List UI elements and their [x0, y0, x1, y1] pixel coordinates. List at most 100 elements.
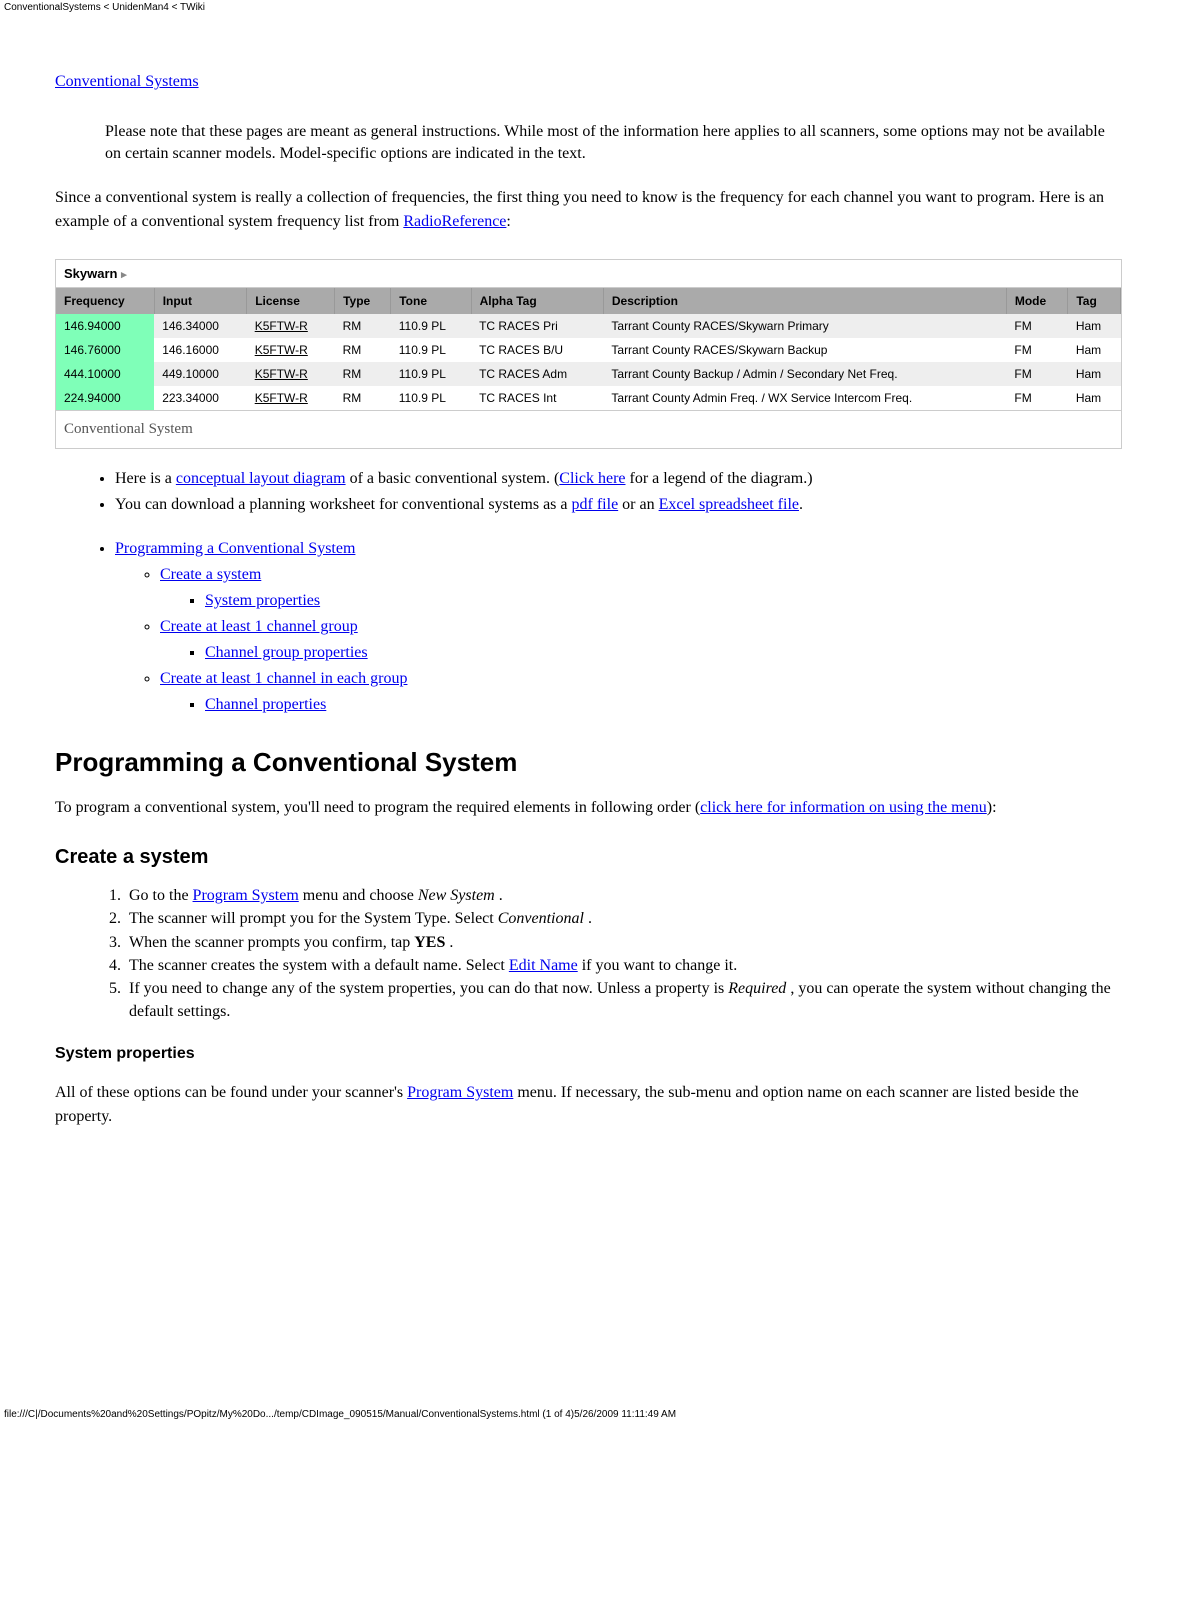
- cell-tag: Ham: [1068, 338, 1121, 362]
- cell-type: RM: [335, 386, 391, 410]
- skywarn-header: Skywarn ▸: [56, 260, 1121, 288]
- text: of a basic conventional system. (: [346, 470, 560, 487]
- text-emphasis: New System: [418, 887, 495, 904]
- toc-item: Create at least 1 channel group Channel …: [160, 615, 1122, 665]
- conceptual-layout-link[interactable]: conceptual layout diagram: [176, 470, 346, 487]
- toc-channel-group-props-link[interactable]: Channel group properties: [205, 644, 368, 661]
- cell-alphatag: TC RACES Pri: [471, 314, 603, 338]
- text: All of these options can be found under …: [55, 1084, 407, 1101]
- system-props-para: All of these options can be found under …: [55, 1081, 1122, 1129]
- cell-mode: FM: [1006, 314, 1067, 338]
- cell-desc: Tarrant County Backup / Admin / Secondar…: [603, 362, 1006, 386]
- cell-type: RM: [335, 338, 391, 362]
- cell-tag: Ham: [1068, 362, 1121, 386]
- th-type: Type: [335, 288, 391, 314]
- cell-license[interactable]: K5FTW-R: [247, 314, 335, 338]
- intro-text-post: :: [506, 213, 510, 230]
- th-mode: Mode: [1006, 288, 1067, 314]
- text-emphasis: Required: [728, 980, 786, 997]
- table-caption: Conventional System: [56, 410, 1121, 448]
- th-frequency: Frequency: [56, 288, 154, 314]
- browser-footer: file:///C|/Documents%20and%20Settings/PO…: [0, 1407, 1177, 1422]
- table-row: 146.94000 146.34000 K5FTW-R RM 110.9 PL …: [56, 314, 1121, 338]
- cell-freq: 146.94000: [56, 314, 154, 338]
- pdf-file-link[interactable]: pdf file: [572, 496, 619, 513]
- main-content: Conventional Systems Please note that th…: [0, 15, 1177, 1167]
- cell-mode: FM: [1006, 362, 1067, 386]
- cell-mode: FM: [1006, 386, 1067, 410]
- radioreference-link[interactable]: RadioReference: [403, 213, 506, 230]
- browser-header: ConventionalSystems < UnidenMan4 < TWiki: [0, 0, 1177, 15]
- cell-desc: Tarrant County RACES/Skywarn Primary: [603, 314, 1006, 338]
- cell-type: RM: [335, 314, 391, 338]
- cell-tag: Ham: [1068, 314, 1121, 338]
- frequency-table-container: Skywarn ▸ Frequency Input License Type T…: [55, 259, 1122, 449]
- text: To program a conventional system, you'll…: [55, 799, 700, 816]
- text: or an: [618, 496, 658, 513]
- text: .: [799, 496, 803, 513]
- step-item: When the scanner prompts you confirm, ta…: [125, 932, 1122, 954]
- step-item: The scanner creates the system with a de…: [125, 955, 1122, 977]
- skywarn-label: Skywarn: [64, 266, 117, 281]
- toc-create-system-link[interactable]: Create a system: [160, 566, 261, 583]
- list-item: You can download a planning worksheet fo…: [115, 493, 1122, 517]
- table-row: 146.76000 146.16000 K5FTW-R RM 110.9 PL …: [56, 338, 1121, 362]
- expand-arrow-icon: ▸: [121, 269, 127, 281]
- th-input: Input: [154, 288, 247, 314]
- h2-create-system: Create a system: [55, 846, 1122, 869]
- menu-info-link[interactable]: click here for information on using the …: [700, 799, 987, 816]
- step-item: Go to the Program System menu and choose…: [125, 885, 1122, 907]
- cell-type: RM: [335, 362, 391, 386]
- th-tag: Tag: [1068, 288, 1121, 314]
- cell-alphatag: TC RACES B/U: [471, 338, 603, 362]
- toc-channel-group-link[interactable]: Create at least 1 channel group: [160, 618, 358, 635]
- toc-channel-props-link[interactable]: Channel properties: [205, 696, 326, 713]
- toc-item: Create at least 1 channel in each group …: [160, 667, 1122, 717]
- cell-tone: 110.9 PL: [391, 314, 471, 338]
- cell-desc: Tarrant County RACES/Skywarn Backup: [603, 338, 1006, 362]
- cell-input: 449.10000: [154, 362, 247, 386]
- program-system-link[interactable]: Program System: [193, 887, 299, 904]
- text: The scanner will prompt you for the Syst…: [129, 910, 498, 927]
- cell-license[interactable]: K5FTW-R: [247, 362, 335, 386]
- cell-tone: 110.9 PL: [391, 338, 471, 362]
- step-item: If you need to change any of the system …: [125, 978, 1122, 1023]
- page-title-link[interactable]: Conventional Systems: [55, 73, 199, 90]
- text: menu and choose: [299, 887, 418, 904]
- edit-name-link[interactable]: Edit Name: [509, 957, 578, 974]
- text: The scanner creates the system with a de…: [129, 957, 509, 974]
- info-list: Here is a conceptual layout diagram of a…: [55, 467, 1122, 517]
- step-item: The scanner will prompt you for the Syst…: [125, 908, 1122, 930]
- cell-freq: 146.76000: [56, 338, 154, 362]
- click-here-legend-link[interactable]: Click here: [559, 470, 625, 487]
- table-header-row: Frequency Input License Type Tone Alpha …: [56, 288, 1121, 314]
- table-row: 224.94000 223.34000 K5FTW-R RM 110.9 PL …: [56, 386, 1121, 410]
- cell-mode: FM: [1006, 338, 1067, 362]
- text: if you want to change it.: [578, 957, 738, 974]
- toc-list: Programming a Conventional System Create…: [55, 537, 1122, 717]
- toc-programming-link[interactable]: Programming a Conventional System: [115, 540, 355, 557]
- cell-tag: Ham: [1068, 386, 1121, 410]
- th-tone: Tone: [391, 288, 471, 314]
- text: If you need to change any of the system …: [129, 980, 728, 997]
- th-license: License: [247, 288, 335, 314]
- text: When the scanner prompts you confirm, ta…: [129, 934, 414, 951]
- cell-license[interactable]: K5FTW-R: [247, 386, 335, 410]
- text-emphasis: Conventional: [498, 910, 584, 927]
- excel-file-link[interactable]: Excel spreadsheet file: [659, 496, 799, 513]
- toc-item: Programming a Conventional System Create…: [115, 537, 1122, 717]
- cell-license[interactable]: K5FTW-R: [247, 338, 335, 362]
- h1-programming: Programming a Conventional System: [55, 747, 1122, 778]
- text: Go to the: [129, 887, 193, 904]
- cell-alphatag: TC RACES Int: [471, 386, 603, 410]
- text: .: [445, 934, 453, 951]
- h3-system-properties: System properties: [55, 1045, 1122, 1063]
- toc-system-props-link[interactable]: System properties: [205, 592, 320, 609]
- cell-input: 146.16000: [154, 338, 247, 362]
- toc-channel-each-group-link[interactable]: Create at least 1 channel in each group: [160, 670, 407, 687]
- cell-tone: 110.9 PL: [391, 362, 471, 386]
- cell-input: 223.34000: [154, 386, 247, 410]
- text: You can download a planning worksheet fo…: [115, 496, 572, 513]
- program-system-link-2[interactable]: Program System: [407, 1084, 513, 1101]
- create-system-steps: Go to the Program System menu and choose…: [55, 885, 1122, 1023]
